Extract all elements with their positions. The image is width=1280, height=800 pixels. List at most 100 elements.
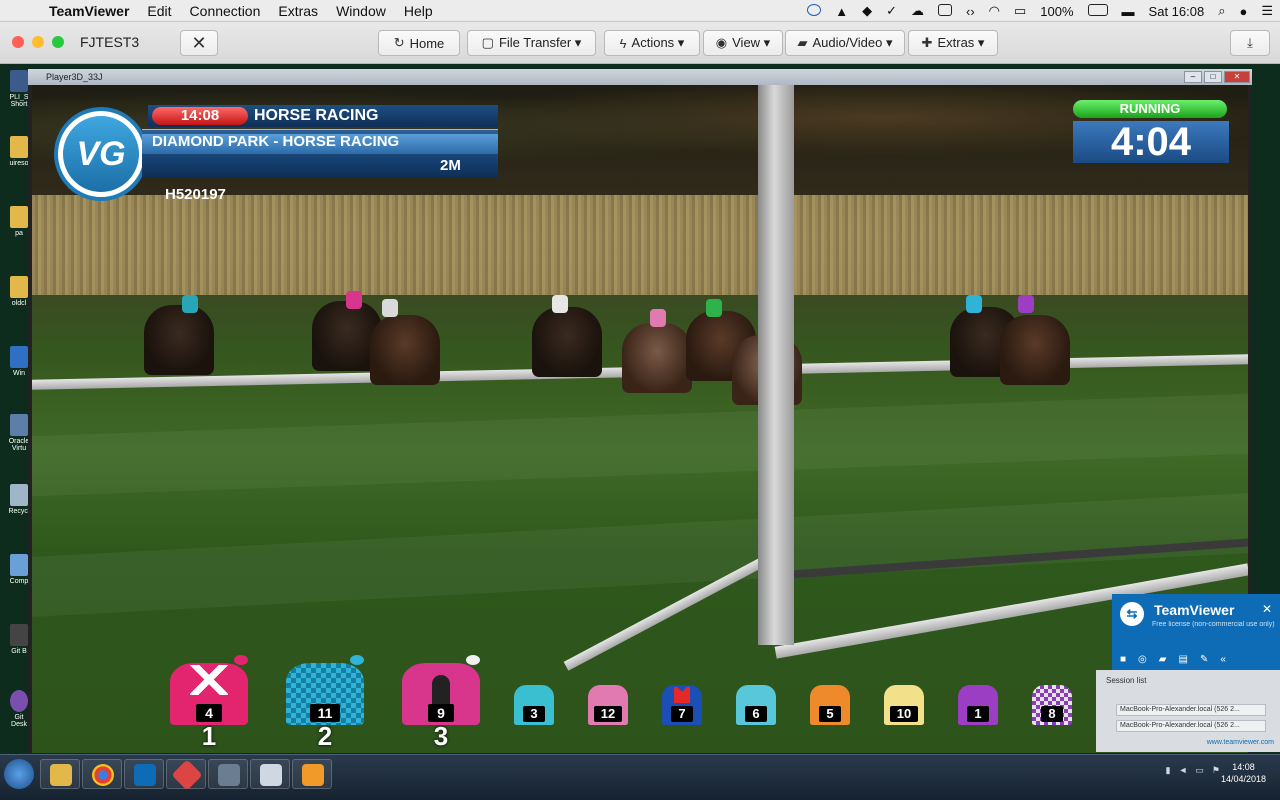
game-minimize-button[interactable]: – — [1184, 71, 1202, 83]
menu-edit[interactable]: Edit — [138, 3, 180, 19]
wifi-icon[interactable]: ◠ — [982, 3, 1007, 19]
minimize-window-button[interactable] — [32, 36, 44, 48]
close-window-button[interactable] — [12, 36, 24, 48]
taskbar-teamviewer[interactable] — [124, 759, 164, 789]
siri-icon[interactable]: ● — [1232, 4, 1254, 19]
check-icon[interactable]: ✓ — [879, 3, 904, 19]
flag-icon[interactable]: ⚑ — [1212, 765, 1220, 776]
tools-icon[interactable]: ✎ — [1200, 654, 1208, 665]
remote-screen[interactable]: PLI_S Short uireso pa oldcl Win Oracle V… — [0, 64, 1280, 800]
game-close-button[interactable]: ✕ — [1224, 71, 1250, 83]
taskbar-app[interactable] — [166, 759, 206, 791]
taskbar-clock[interactable]: 14:08 14/04/2018 — [1221, 761, 1266, 785]
dropbox-icon[interactable]: ◆ — [855, 3, 879, 19]
race-distance: 2M — [440, 157, 461, 174]
collapse-icon[interactable]: « — [1220, 654, 1226, 665]
horse — [622, 323, 692, 393]
extras-label: Extras ▾ — [937, 35, 985, 50]
notification-center-icon[interactable]: ☰ — [1254, 3, 1280, 19]
battery-icon[interactable] — [1081, 3, 1115, 19]
game-window[interactable]: Player3D_33J – □ ✕ VG 14:08 HORSE RACING… — [28, 69, 1252, 759]
silk-number: 12 — [594, 706, 622, 722]
silk-horse-7: 7 — [662, 685, 702, 725]
video-icon[interactable]: ■ — [1120, 654, 1126, 665]
desktop-icon-github[interactable]: Git Desk — [8, 690, 30, 728]
menu-app-name[interactable]: TeamViewer — [40, 3, 138, 19]
menu-connection[interactable]: Connection — [181, 3, 270, 19]
race-time: 14:08 — [152, 107, 248, 125]
files-icon[interactable]: ▤ — [1178, 654, 1187, 665]
view-label: View ▾ — [732, 35, 771, 50]
game-window-title[interactable]: Player3D_33J — [28, 69, 1252, 85]
close-icon: ✕ — [191, 32, 207, 53]
eye-icon: ◉ — [715, 35, 728, 50]
view-button[interactable]: ◉ View ▾ — [703, 30, 783, 56]
actions-button[interactable]: ϟ Actions ▾ — [604, 30, 700, 56]
extras-button[interactable]: ✚ Extras ▾ — [908, 30, 998, 56]
menu-extras[interactable]: Extras — [269, 3, 327, 19]
desktop-icon-uireso[interactable]: uireso — [8, 136, 30, 167]
home-button[interactable]: ↻ Home — [378, 30, 460, 56]
docker-icon[interactable]: ▲ — [828, 4, 855, 19]
session-name: FJTEST3 — [80, 34, 140, 50]
silk-horse-12: 12 — [588, 685, 628, 725]
jockey — [346, 291, 362, 309]
volume-icon[interactable]: ◄ — [1178, 765, 1187, 776]
desktop-icon-recycle[interactable]: Recycl — [8, 484, 30, 515]
menu-help[interactable]: Help — [395, 3, 442, 19]
flag-icon[interactable]: ▬ — [1115, 4, 1142, 19]
zoom-window-button[interactable] — [52, 36, 64, 48]
desktop-icon-virtualbox[interactable]: Oracle Virtu — [8, 414, 30, 452]
silk-number: 8 — [1041, 706, 1063, 722]
race-scene: VG 14:08 HORSE RACING DIAMOND PARK - HOR… — [32, 85, 1248, 753]
game-maximize-button[interactable]: □ — [1204, 71, 1222, 83]
silk-number: 10 — [890, 706, 918, 722]
desktop-icon-oldcl[interactable]: oldcl — [8, 276, 30, 307]
desktop-icon-git-bash[interactable]: Git B — [8, 624, 30, 655]
desktop-icon-pli[interactable]: PLI_S Short — [8, 70, 30, 108]
start-button[interactable] — [4, 759, 34, 789]
silk-horse-10: 10 — [884, 685, 924, 725]
taskbar-sublime[interactable] — [292, 759, 332, 789]
menu-window[interactable]: Window — [327, 3, 395, 19]
session-list-header[interactable]: Session list — [1106, 676, 1146, 685]
code-icon[interactable]: ‹› — [959, 4, 982, 19]
teamviewer-status-icon[interactable] — [800, 3, 828, 19]
headset-icon[interactable]: ◎ — [1138, 654, 1147, 665]
race-status-badge: RUNNING — [1073, 100, 1227, 118]
close-session-button[interactable]: ✕ — [180, 30, 218, 56]
close-icon[interactable]: ✕ — [1262, 602, 1272, 616]
desktop-icon-pa[interactable]: pa — [8, 206, 30, 237]
desktop-icon-computer[interactable]: Comp — [8, 554, 30, 585]
display-icon[interactable] — [931, 3, 959, 19]
actions-label: Actions ▾ — [631, 35, 685, 50]
power-icon[interactable]: ▭ — [1195, 765, 1204, 776]
search-icon[interactable]: ⌕ — [1211, 3, 1232, 19]
session-row[interactable]: MacBook-Pro-Alexander.local (526 2... — [1116, 704, 1266, 716]
silk-horse-5: 5 — [810, 685, 850, 725]
network-icon[interactable]: ▮ — [1166, 765, 1171, 776]
teamviewer-website-link[interactable]: www.teamviewer.com — [1207, 739, 1274, 746]
venue-name: DIAMOND PARK - HORSE RACING — [152, 133, 400, 150]
cloud-icon[interactable]: ☁ — [904, 3, 931, 19]
jersey: 7 — [662, 685, 702, 725]
horse — [144, 305, 214, 375]
desktop-icon-win[interactable]: Win — [8, 346, 30, 377]
airplay-icon[interactable]: ▭ — [1007, 3, 1033, 19]
battery-text[interactable]: 100% — [1033, 4, 1080, 19]
menubar-clock[interactable]: Sat 16:08 — [1142, 4, 1212, 19]
silk-number: 11 — [310, 704, 340, 722]
race-countdown: 4:04 — [1073, 121, 1229, 163]
session-row[interactable]: MacBook-Pro-Alexander.local (526 2... — [1116, 720, 1266, 732]
audio-video-button[interactable]: ▰ Audio/Video ▾ — [785, 30, 905, 56]
taskbar-app[interactable] — [250, 759, 290, 789]
taskbar-app[interactable] — [208, 759, 248, 789]
file-transfer-label[interactable]: File Transfer ▾ — [499, 35, 581, 51]
jersey: 8 — [1032, 685, 1072, 725]
download-button[interactable]: ⤓ — [1230, 30, 1270, 56]
taskbar-time: 14:08 — [1232, 762, 1255, 772]
file-transfer-button[interactable]: ▢ File Transfer ▾ — [467, 30, 596, 56]
taskbar-chrome[interactable] — [82, 759, 122, 789]
chat-icon[interactable]: ▰ — [1159, 654, 1167, 665]
taskbar-explorer[interactable] — [40, 759, 80, 789]
